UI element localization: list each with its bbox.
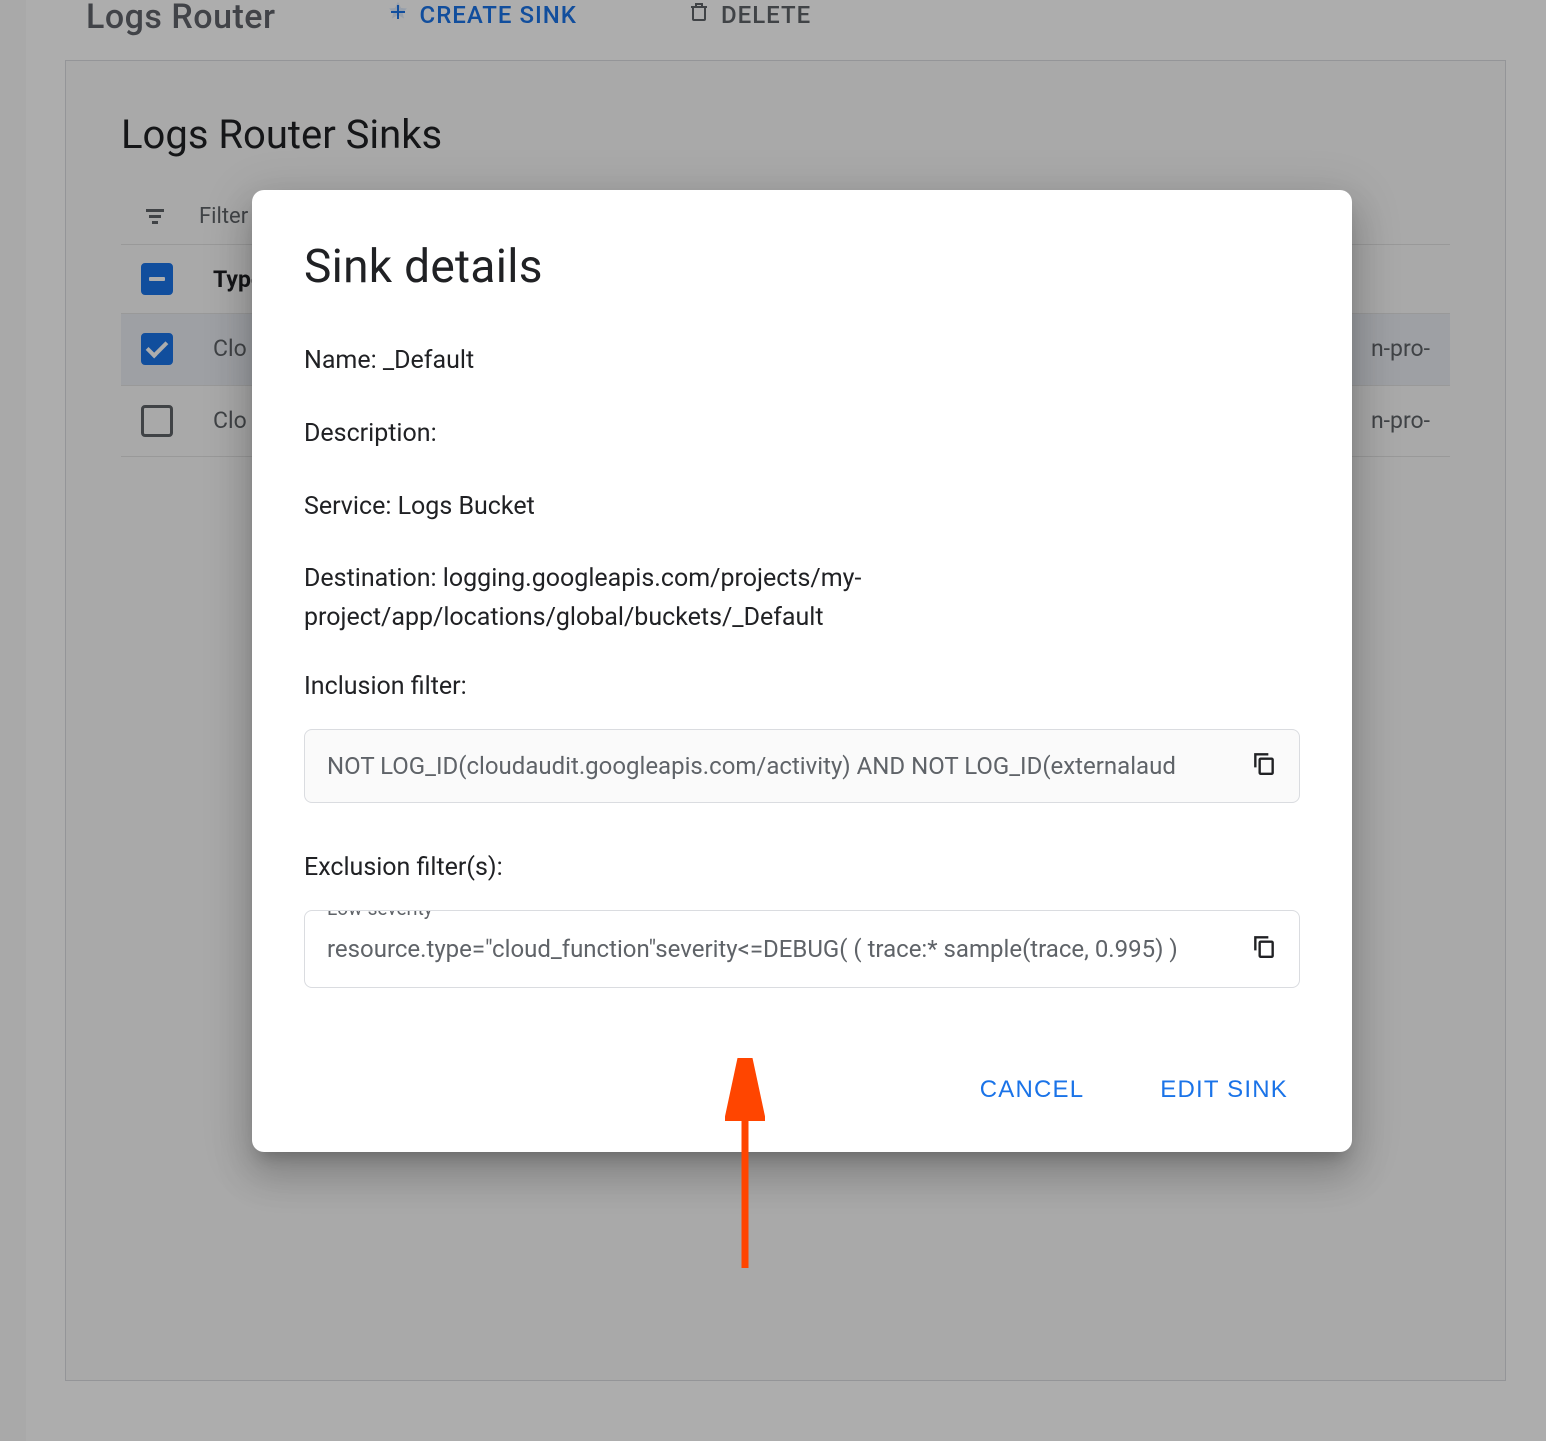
copy-exclusion-button[interactable] — [1247, 932, 1281, 966]
inclusion-filter-value: NOT LOG_ID(cloudaudit.googleapis.com/act… — [327, 752, 1176, 780]
exclusion-filter-label: Exclusion filter(s): — [304, 853, 1300, 882]
dialog-actions: CANCEL EDIT SINK — [304, 1068, 1300, 1112]
page-root: Logs Router CREATE SINK DELETE Logs Rout… — [0, 0, 1546, 1441]
sink-destination: Destination: logging.googleapis.com/proj… — [304, 560, 1300, 638]
exclusion-filter-legend: Low-severity — [319, 910, 441, 920]
inclusion-filter-box: NOT LOG_ID(cloudaudit.googleapis.com/act… — [304, 729, 1300, 803]
sink-description: Description: — [304, 415, 1300, 454]
copy-icon — [1251, 933, 1277, 965]
sink-name: Name: _Default — [304, 342, 1300, 381]
inclusion-filter-label: Inclusion filter: — [304, 672, 1300, 701]
cancel-button[interactable]: CANCEL — [974, 1068, 1091, 1112]
copy-icon — [1251, 750, 1277, 782]
exclusion-filter-box: Low-severity resource.type="cloud_functi… — [304, 910, 1300, 988]
edit-sink-button[interactable]: EDIT SINK — [1154, 1068, 1294, 1112]
copy-inclusion-button[interactable] — [1247, 749, 1281, 783]
sink-details-dialog: Sink details Name: _Default Description:… — [252, 190, 1352, 1152]
dialog-title: Sink details — [304, 240, 1300, 294]
exclusion-filter-value: resource.type="cloud_function"severity<=… — [327, 935, 1178, 963]
sink-service: Service: Logs Bucket — [304, 488, 1300, 527]
